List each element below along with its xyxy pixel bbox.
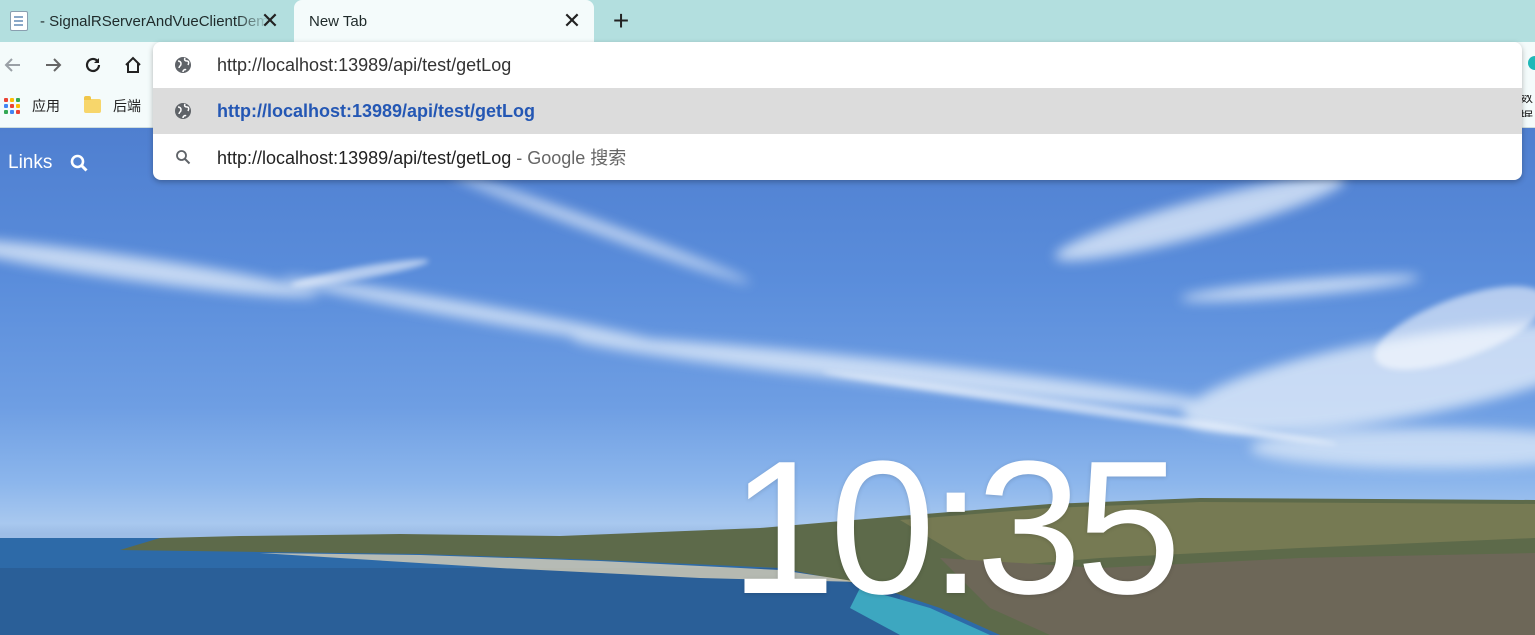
tab-new-tab[interactable]: New Tab ✕ — [294, 0, 594, 42]
bookmark-partial[interactable]: 数据 — [1520, 95, 1535, 117]
search-icon — [173, 147, 193, 167]
reload-button[interactable] — [80, 52, 106, 78]
bookmark-apps[interactable]: 应用 — [4, 95, 60, 117]
home-button[interactable] — [120, 52, 146, 78]
profile-avatar[interactable] — [1528, 56, 1535, 70]
links-bar: Links — [8, 152, 88, 174]
forward-button[interactable] — [40, 52, 66, 78]
reload-icon — [85, 57, 101, 73]
folder-icon — [84, 96, 101, 113]
suggestion-url: http://localhost:13989/api/test/getLog — [217, 148, 512, 168]
new-tab-page: Links 10:35 — [0, 128, 1535, 635]
bookmark-label: 应用 — [32, 98, 60, 114]
omnibox-suggestion[interactable]: http://localhost:13989/api/test/getLog — [153, 88, 1522, 134]
tab-strip: - SignalRServerAndVueClientDemo ✕ New Ta… — [0, 0, 1535, 42]
tab-title: New Tab — [309, 12, 368, 30]
home-icon — [125, 56, 141, 73]
omnibox-suggestion[interactable]: http://localhost:13989/api/test/getLog -… — [153, 134, 1522, 180]
new-tab-button[interactable]: + — [608, 5, 634, 36]
close-tab-icon[interactable]: ✕ — [562, 8, 582, 33]
clock-display: 10:35 — [730, 422, 1181, 634]
bookmark-folder-backend[interactable]: 后端 — [84, 95, 141, 117]
arrow-left-icon — [4, 58, 20, 72]
address-bar-input[interactable] — [217, 50, 1467, 80]
links-button[interactable]: Links — [8, 152, 52, 174]
bookmark-label: 数据 — [1520, 95, 1534, 117]
search-icon[interactable] — [70, 154, 88, 172]
suggestion-url: http://localhost:13989/api/test/getLog — [217, 100, 536, 121]
suggestion-description: - Google 搜索 — [511, 148, 627, 168]
tab-title: - SignalRServerAndVueClientDemo — [40, 12, 270, 30]
apps-grid-icon — [4, 98, 20, 114]
close-tab-icon[interactable]: ✕ — [260, 8, 280, 33]
page-icon — [10, 11, 28, 31]
back-button[interactable] — [0, 52, 26, 78]
globe-icon — [173, 55, 193, 75]
arrow-right-icon — [46, 58, 62, 72]
globe-icon — [173, 101, 193, 121]
omnibox-input-row — [153, 42, 1522, 88]
bookmark-label: 后端 — [113, 98, 141, 114]
omnibox-dropdown: http://localhost:13989/api/test/getLog h… — [153, 42, 1522, 180]
tab-signalr[interactable]: - SignalRServerAndVueClientDemo ✕ — [0, 0, 292, 42]
